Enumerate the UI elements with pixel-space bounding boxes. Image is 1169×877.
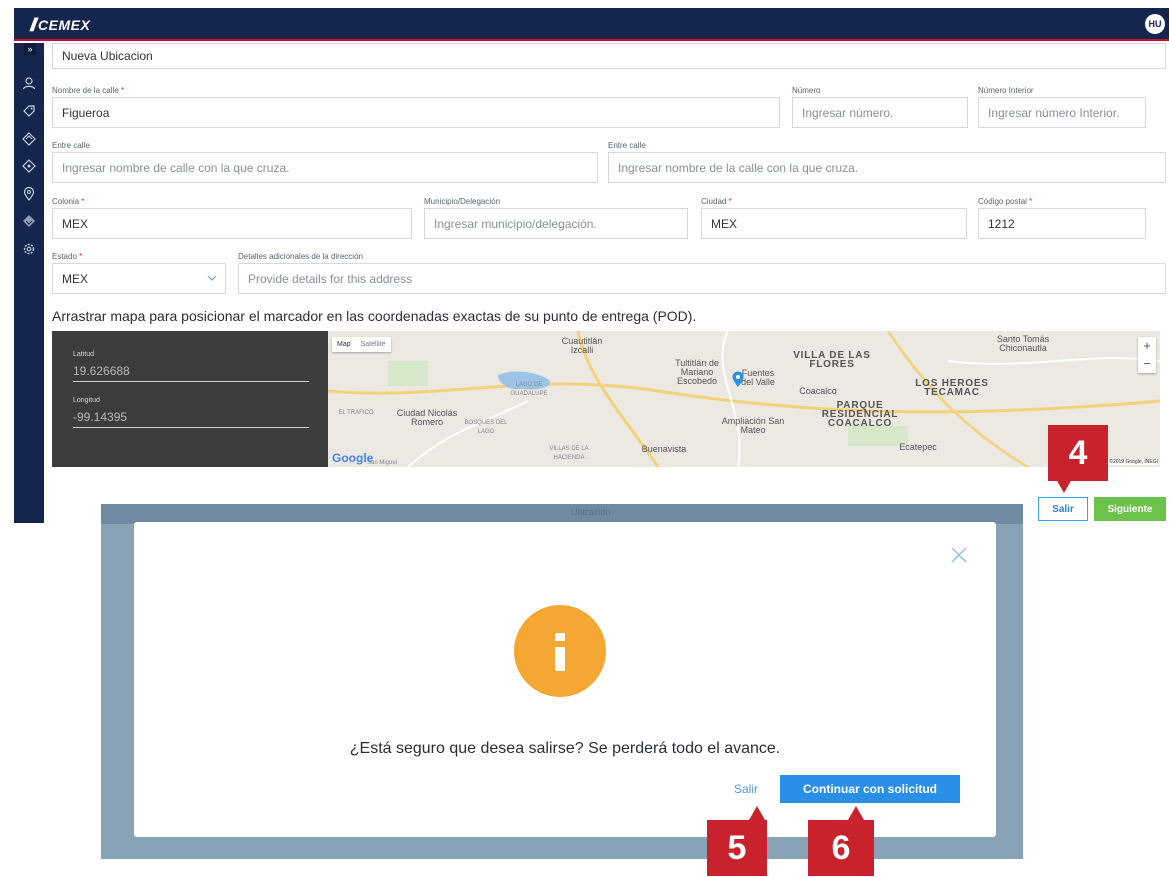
map-label-lago: LAGO DE GUADALUPE [510,382,548,397]
postal-code-label: Código postal * [978,197,1033,206]
cross-street-2-input[interactable]: Ingresar nombre de la calle con la que c… [608,152,1166,183]
settings-gear-icon[interactable] [19,239,39,259]
map-label-trafico: EL TRAFICO [338,410,374,416]
callout-4: 4 [1048,425,1108,493]
latitude-label: Latitud [73,351,95,358]
colonia-label: Colonia * [52,197,85,206]
colonia-input[interactable]: MEX [52,208,412,239]
modal-exit-link[interactable]: Salir [734,775,758,803]
street-input[interactable]: Figueroa [52,97,780,128]
logo-mark-icon: // [30,14,37,35]
cross-street-1-label: Entre calle [52,141,90,150]
zoom-out-button[interactable]: − [1138,355,1156,373]
map-label-tultitlan: Tultitlán de Mariano Escobedo [675,358,719,386]
details-label: Detalles adicionales de la dirección [238,252,363,261]
map-label-ecatepec: Ecatepec [899,442,937,452]
callout-4-number: 4 [1068,433,1088,472]
exit-button[interactable]: Salir [1038,497,1088,521]
interior-number-label: Número Interior [978,86,1034,95]
callout-4-pointer [1056,479,1072,493]
zoom-in-button[interactable]: + [1138,337,1156,355]
coordinates-panel: Latitud 19.626688 Longitud -99.14395 [52,331,328,467]
map-label-cuautitlan: Cuautitlán Izcalli [561,336,603,355]
close-icon[interactable] [949,545,969,565]
municipio-input[interactable]: Ingresar municipio/delegación. [424,208,688,239]
callout-5-number: 5 [727,828,747,867]
map-label-heroes: LOS HEROES TECAMAC [915,378,989,398]
municipio-label: Municipio/Delegación [424,197,501,206]
location-pin-icon[interactable] [19,184,39,204]
callout-5: 5 [707,806,767,876]
dimmed-header [101,504,1023,524]
google-map[interactable]: Map Satellite + − Cuautitlán Izcalli Tul… [328,331,1160,467]
callout-6-number: 6 [831,828,851,867]
modal-message: ¿Está seguro que desea salirse? Se perde… [349,740,781,757]
number-input[interactable]: Ingresar número. [792,97,968,128]
callout-6-pointer [848,806,864,820]
top-navbar: // CEMEX HU [14,8,1169,41]
estado-label: Estado * [52,252,83,261]
dimmed-header-text: Ubicación [571,507,611,517]
number-label: Número [792,86,821,95]
postal-code-input[interactable]: 1212 [978,208,1146,239]
tutorial-canvas: // CEMEX HU » Nueva Ubicacion Nombre de … [0,0,1169,877]
map-label-buenavista: Buenavista [641,444,687,454]
map-type-control: Map Satellite [332,337,391,352]
map-label-nicolas: Ciudad Nicolás Romero [396,408,458,427]
confirm-exit-modal: ¿Está seguro que desea salirse? Se perde… [134,522,996,837]
callout-6: 6 [808,806,874,876]
map-label-coacalco: Coacalco [799,386,837,396]
map-section: Latitud 19.626688 Longitud -99.14395 Map… [52,331,1160,467]
map-type-satellite[interactable]: Satellite [356,337,391,352]
google-logo: Google [332,451,374,465]
ciudad-input[interactable]: MEX [701,208,967,239]
map-label-santo-tomas: Santo Tomás Chiconautla [996,334,1050,353]
street-label: Nombre de la calle * [52,86,125,95]
logo-wordmark: CEMEX [38,17,91,33]
map-label-fuentes: Fuentes del Valle [741,368,775,387]
user-icon[interactable] [19,73,39,93]
layers-icon[interactable] [19,129,39,149]
diamond-icon[interactable] [19,156,39,176]
stack-icon[interactable] [19,211,39,231]
next-button[interactable]: Siguiente [1094,497,1166,521]
map-label-villa: VILLA DE LAS FLORES [793,350,871,370]
user-avatar[interactable]: HU [1145,14,1165,34]
chevron-down-icon [207,275,217,281]
tag-icon[interactable] [19,101,39,121]
sidebar: » [14,43,44,523]
continue-request-button[interactable]: Continuar con solicitud [780,775,960,803]
map-instruction: Arrastrar mapa para posicionar el marcad… [52,308,697,324]
map-marker-icon[interactable] [732,371,744,387]
map-type-map[interactable]: Map [332,337,356,352]
cross-street-2-label: Entre calle [608,141,646,150]
interior-number-input[interactable]: Ingresar número Interior. [978,97,1146,128]
zoom-control: + − [1138,337,1156,373]
cemex-logo[interactable]: // CEMEX [30,15,90,35]
location-name-input[interactable]: Nueva Ubicacion [52,43,1166,69]
longitude-label: Longitud [73,397,100,404]
callout-5-pointer [749,806,765,820]
info-icon [514,605,606,697]
cross-street-1-input[interactable]: Ingresar nombre de calle con la que cruz… [52,152,598,183]
map-label-bosques: BOSQUES DEL LAGO [464,420,508,435]
address-form: Nueva Ubicacion Nombre de la calle * Fig… [44,43,1169,523]
ciudad-label: Ciudad * [701,197,732,206]
app-window: // CEMEX HU » Nueva Ubicacion Nombre de … [14,8,1169,523]
longitude-value[interactable]: -99.14395 [73,410,309,428]
map-label-villas-hacienda: VILLAS DE LA HACIENDA [549,446,589,461]
details-input[interactable]: Provide details for this address [238,263,1166,294]
map-label-parque: PARQUE RESIDENCIAL COACALCO [821,400,899,429]
latitude-value[interactable]: 19.626688 [73,364,309,382]
map-label-ampliacion: Ampliación San Mateo [721,416,785,435]
estado-value: MEX [62,271,89,286]
estado-select[interactable]: MEX [52,263,226,294]
sidebar-expand-icon[interactable]: » [24,43,36,55]
confirm-dialog-screenshot: Ubicación ¿Está seguro que desea salirse… [101,504,1023,859]
